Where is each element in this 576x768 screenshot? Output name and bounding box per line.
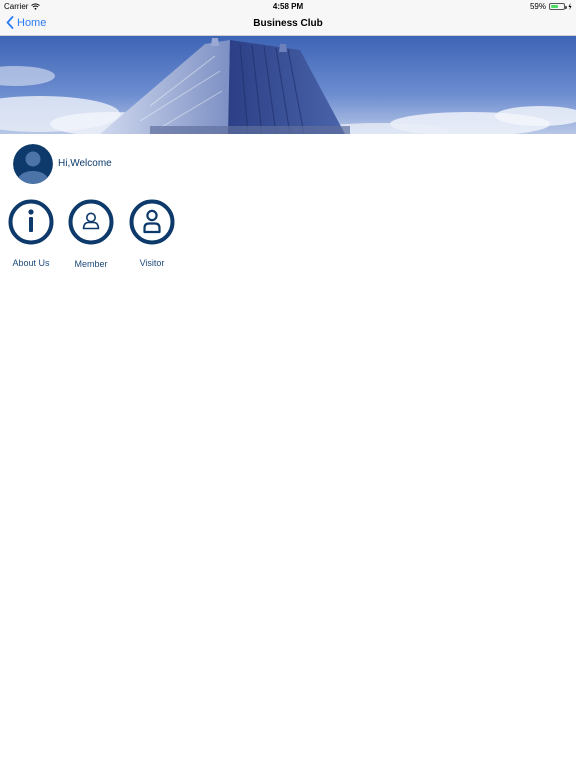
menu-label-about-us: About Us [12, 258, 50, 268]
charging-icon [568, 3, 572, 10]
info-icon [8, 199, 54, 245]
menu-item-visitor[interactable]: Visitor [127, 199, 177, 268]
visitor-icon [129, 199, 175, 245]
user-avatar-icon [13, 144, 53, 184]
status-time: 4:58 PM [272, 2, 304, 11]
battery-info: 59% [530, 2, 572, 11]
menu-label-visitor: Visitor [139, 258, 165, 268]
banner-image [0, 36, 576, 134]
menu-label-member: Member [74, 259, 108, 269]
navigation-bar: Home Business Club [0, 13, 576, 36]
welcome-text: Hi,Welcome [58, 158, 112, 169]
member-icon [68, 199, 114, 245]
menu-item-member[interactable]: Member [66, 199, 116, 269]
avatar[interactable] [13, 144, 53, 184]
battery-icon [549, 3, 567, 10]
battery-fill [551, 5, 559, 8]
menu-item-about-us[interactable]: About Us [6, 199, 56, 268]
page-title: Business Club [253, 18, 323, 29]
battery-percent: 59% [529, 2, 546, 11]
status-bar: Carrier 4:58 PM 59% [0, 0, 576, 13]
